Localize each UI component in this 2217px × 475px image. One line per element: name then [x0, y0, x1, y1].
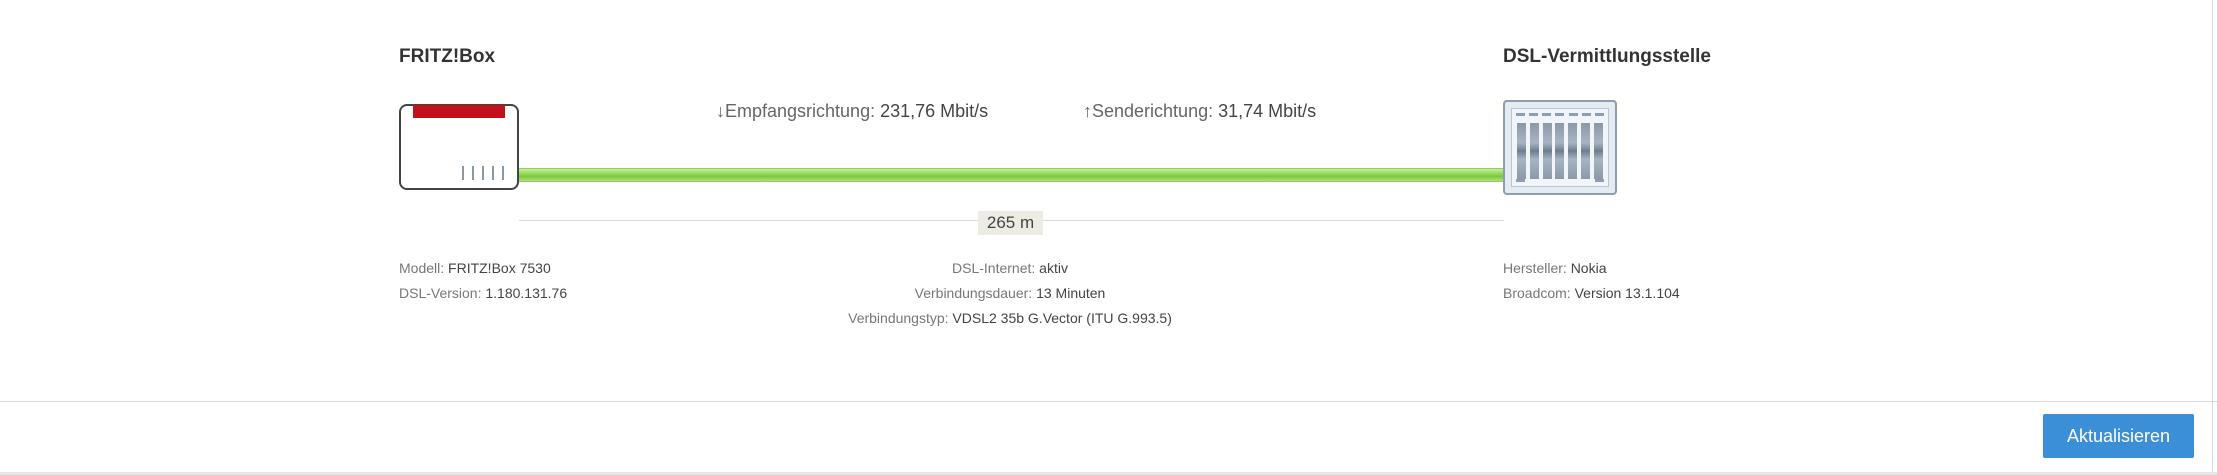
connection-type: Verbindungstyp: VDSL2 35b G.Vector (ITU … [760, 310, 1260, 326]
downstream-value: 231,76 Mbit/s [880, 101, 989, 121]
internet-label: DSL-Internet: [952, 260, 1036, 276]
model-value: FRITZ!Box 7530 [448, 260, 551, 276]
duration-label: Verbindungsdauer: [914, 285, 1033, 301]
exchange-title: DSL-Vermittlungsstelle [1503, 46, 1711, 67]
fritzbox-title: FRITZ!Box [399, 46, 496, 67]
dsl-internet-status: DSL-Internet: aktiv [760, 260, 1260, 276]
exchange-manufacturer: Hersteller: Nokia [1503, 260, 1606, 276]
fritzbox-red-stripe [413, 105, 505, 118]
manufacturer-value: Nokia [1570, 260, 1607, 276]
duration-value: 13 Minuten [1036, 285, 1106, 301]
exchange-broadcom: Broadcom: Version 13.1.104 [1503, 285, 1680, 301]
broadcom-value: Version 13.1.104 [1574, 285, 1680, 301]
right-edge-divider [2212, 0, 2213, 475]
manufacturer-label: Hersteller: [1503, 260, 1567, 276]
connection-duration: Verbindungsdauer: 13 Minuten [760, 285, 1260, 301]
fritzbox-led-icon [462, 166, 504, 180]
line-distance: 265 m [978, 211, 1043, 235]
dsl-version-value: 1.180.131.76 [485, 285, 568, 301]
dsl-version-label: DSL-Version: [399, 285, 482, 301]
refresh-button[interactable]: Aktualisieren [2043, 414, 2194, 458]
upstream-rate: ↑Senderichtung: 31,74 Mbit/s [1083, 101, 1316, 122]
fritzbox-dsl-version: DSL-Version: 1.180.131.76 [399, 285, 567, 301]
model-label: Modell: [399, 260, 445, 276]
dsl-line [519, 168, 1504, 182]
fritzbox-device-icon [399, 104, 519, 190]
fritzbox-model: Modell: FRITZ!Box 7530 [399, 260, 551, 276]
broadcom-label: Broadcom: [1503, 285, 1571, 301]
upstream-label: ↑Senderichtung: [1083, 101, 1214, 121]
footer-divider [0, 401, 2217, 402]
type-label: Verbindungstyp: [848, 310, 949, 326]
internet-value: aktiv [1039, 260, 1068, 276]
type-value: VDSL2 35b G.Vector (ITU G.993.5) [952, 310, 1172, 326]
downstream-rate: ↓Empfangsrichtung: 231,76 Mbit/s [716, 101, 988, 122]
dslam-device-icon [1503, 100, 1617, 195]
downstream-label: ↓Empfangsrichtung: [716, 101, 876, 121]
upstream-value: 31,74 Mbit/s [1218, 101, 1317, 121]
